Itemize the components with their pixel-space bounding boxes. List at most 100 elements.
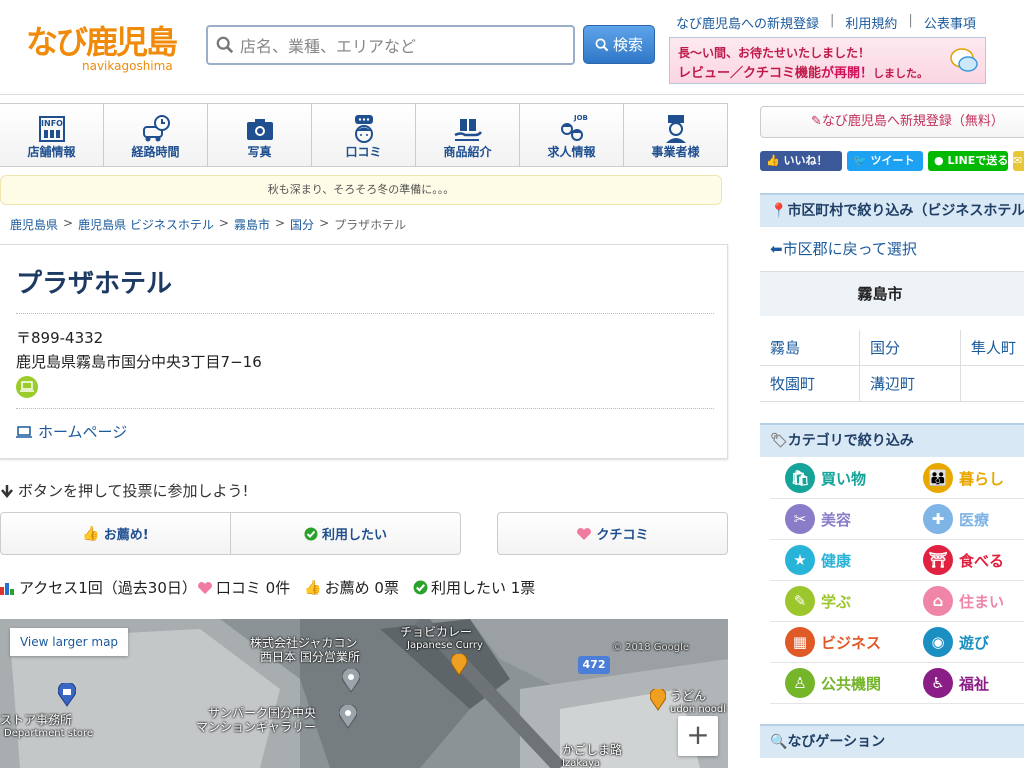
navigation-heading: 🔍なびゲーション	[760, 724, 1024, 758]
logo-text: なび鹿児島	[26, 23, 178, 61]
notebook-pen-icon: ✎	[785, 586, 815, 616]
review-stat: 口コミ 0件	[197, 577, 290, 598]
signup-button[interactable]: ✎なび鹿児島へ新規登録（無料）	[760, 106, 1024, 138]
thumbs-up-icon: 👍	[766, 154, 784, 167]
category-shopping[interactable]: 🛍 買い物	[770, 458, 908, 499]
tab-products[interactable]: 商品紹介	[416, 104, 520, 166]
category-housing[interactable]: ⌂ 住まい	[908, 581, 1024, 622]
review-button-label: クチコミ	[596, 528, 649, 543]
map-zoom-in-button[interactable]: +	[678, 716, 718, 756]
category-learning[interactable]: ✎ 学ぶ	[770, 581, 908, 622]
restaurant-icon: ⛩	[923, 545, 953, 575]
check-circle-icon	[413, 580, 428, 595]
google-map[interactable]: View larger map チョビカレー Japanese Curry 株式…	[0, 619, 728, 768]
want-stat: 利用したい 1票	[413, 577, 535, 598]
access-stat: アクセス1回（過去30日）	[0, 577, 197, 598]
breadcrumb-link[interactable]: 鹿児島県	[10, 216, 58, 233]
want-to-use-button[interactable]: 利用したい	[230, 513, 460, 554]
tab-photos[interactable]: 写真	[208, 104, 312, 166]
category-medical[interactable]: ✚ 医療	[908, 499, 1024, 540]
postal-code: 〒899-4332	[16, 329, 104, 347]
camera-icon: ◉	[923, 627, 953, 657]
heart-icon	[577, 527, 592, 540]
breadcrumb-current: プラザホテル	[334, 218, 407, 232]
search-input[interactable]	[240, 33, 565, 59]
check-circle-icon	[304, 527, 318, 540]
breadcrumb-link[interactable]: 霧島市	[234, 216, 270, 233]
tag-icon: 🏷	[770, 433, 788, 449]
line-share-button[interactable]: ● LINEで送る	[928, 151, 1008, 171]
tab-label: 事業者様	[651, 145, 700, 159]
shopping-pin-icon[interactable]	[58, 683, 76, 707]
tab-label: 口コミ	[345, 145, 382, 159]
person-stretch-icon: ★	[785, 545, 815, 575]
map-pin-icon[interactable]	[339, 705, 357, 729]
map-label: Japanese Curry	[407, 640, 483, 651]
map-label: ストア事務所	[0, 713, 73, 727]
town-link[interactable]: 牧園町	[760, 366, 860, 402]
disclosure-link[interactable]: 公表事項	[924, 13, 976, 32]
review-button[interactable]: クチコミ	[497, 512, 728, 555]
map-pin-icon[interactable]	[342, 669, 360, 693]
view-larger-map-link[interactable]: View larger map	[10, 628, 128, 656]
speech-person-icon	[354, 115, 373, 143]
tab-route-time[interactable]: 経路時間	[104, 104, 208, 166]
breadcrumb: 鹿児島県 > 鹿児島県 ビジネスホテル > 霧島市 > 国分 > プラザホテル	[10, 216, 407, 233]
wheelchair-icon: ♿	[923, 668, 953, 698]
site-logo[interactable]: なび鹿児島 navikagoshima	[26, 22, 178, 78]
twitter-tweet-button[interactable]: 🐦 ツイート	[847, 151, 923, 171]
stats-bar: アクセス1回（過去30日） 口コミ 0件 👍 お薦め 0票 利用したい 1票	[0, 577, 549, 598]
town-link[interactable]: 溝辺町	[860, 366, 961, 402]
search-button[interactable]: 検索	[583, 25, 655, 64]
category-welfare[interactable]: ♿ 福祉	[908, 663, 1024, 704]
tab-jobs[interactable]: JOB 求人情報	[520, 104, 624, 166]
map-label: 西日本 国分営業所	[260, 650, 360, 664]
map-label: Izakaya	[562, 758, 601, 768]
breadcrumb-link[interactable]: 鹿児島県 ビジネスホテル	[78, 216, 214, 233]
vote-hint: ボタンを押して投票に参加しよう!	[0, 480, 249, 501]
category-public[interactable]: ♙ 公共機関	[770, 663, 908, 704]
laptop-icon	[16, 425, 32, 438]
car-clock-icon	[142, 115, 170, 142]
back-to-district-link[interactable]: ⬅市区郡に戻って選択	[760, 230, 1024, 272]
tab-reviews[interactable]: 口コミ	[312, 104, 416, 166]
review-banner[interactable]: 長〜い間、お待たせいたしました！ レビュー／クチコミ機能が再開！しました。	[669, 37, 986, 84]
terms-link[interactable]: 利用規約	[845, 13, 897, 32]
bar-chart-icon	[0, 582, 14, 595]
tab-label: 求人情報	[547, 145, 596, 159]
magnifier-icon: 🔍	[770, 734, 788, 750]
thumbs-up-icon: 👍	[82, 525, 100, 542]
homepage-link[interactable]: ホームページ	[16, 421, 127, 442]
shopping-bag-icon: 🛍	[785, 463, 815, 493]
house-icon: ⌂	[923, 586, 953, 616]
scissors-icon: ✂	[785, 504, 815, 534]
category-food[interactable]: ⛩ 食べる	[908, 540, 1024, 581]
banner-line1: 長〜い間、お待たせいたしました！	[678, 46, 871, 60]
facebook-like-button[interactable]: 👍 いいね！	[760, 151, 842, 171]
map-label: マンションギャラリー	[196, 720, 317, 734]
category-list: 🛍 買い物 👪 暮らし ✂ 美容 ✚ 医療 ★ 健康 ⛩ 食べる ✎ 学ぶ ⌂ 住まい ▦ ビジネ…	[770, 458, 1024, 704]
mail-share-button[interactable]: ✉	[1013, 151, 1024, 171]
map-label: サンパーク国分中央	[208, 706, 317, 720]
restaurant-pin-icon[interactable]	[451, 654, 467, 676]
town-link[interactable]: 霧島	[760, 330, 860, 366]
social-share-buttons: 👍 いいね！ 🐦 ツイート ● LINEで送る ✉	[760, 151, 1024, 171]
town-link[interactable]: 国分	[860, 330, 961, 366]
breadcrumb-link[interactable]: 国分	[290, 216, 314, 233]
register-link[interactable]: なび鹿児島への新規登録	[676, 13, 819, 32]
category-business[interactable]: ▦ ビジネス	[770, 622, 908, 663]
tab-business[interactable]: 事業者様	[624, 104, 728, 166]
line-icon: ●	[934, 154, 948, 167]
category-beauty[interactable]: ✂ 美容	[770, 499, 908, 540]
divider	[16, 313, 714, 314]
recommend-button[interactable]: 👍 お薦め!	[1, 513, 230, 554]
link-separator: |	[908, 13, 913, 28]
building-icon: ▦	[785, 627, 815, 657]
town-link[interactable]: 隼人町	[961, 330, 1024, 366]
restaurant-pin-icon[interactable]	[650, 689, 666, 711]
tab-shop-info[interactable]: INFO 店舗情報	[0, 104, 104, 166]
category-play[interactable]: ◉ 遊び	[908, 622, 1024, 663]
address: 鹿児島県霧島市国分中央3丁目7−16	[16, 353, 262, 371]
category-living[interactable]: 👪 暮らし	[908, 458, 1024, 499]
category-health[interactable]: ★ 健康	[770, 540, 908, 581]
